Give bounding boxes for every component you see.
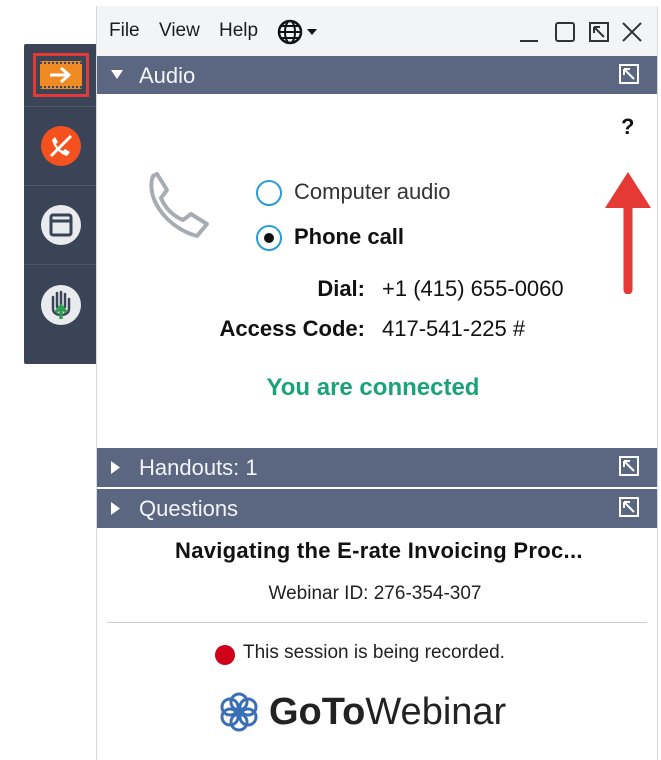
gotowebinar-logo: GoTo Webinar [217,686,506,738]
raise-hand-icon [40,285,81,325]
questions-panel-header[interactable]: Questions [97,489,657,528]
phone-mute-icon [40,126,81,166]
menu-bar: File View Help [97,6,657,56]
globe-icon [277,19,317,45]
maximize-icon[interactable] [553,20,577,44]
radio-selected-dot [264,233,274,243]
raise-hand-button[interactable] [24,264,97,345]
handouts-panel-header[interactable]: Handouts: 1 [97,448,657,487]
audio-panel-header[interactable]: Audio [97,56,657,94]
show-window-button[interactable] [24,185,97,264]
popout-icon[interactable] [619,64,639,84]
red-arrow-annotation [605,172,651,294]
logo-text-goto: GoTo [269,690,366,733]
computer-audio-label[interactable]: Computer audio [294,179,451,205]
collapse-panel-button[interactable] [24,44,97,106]
recording-notice: This session is being recorded. [243,642,505,663]
popout-icon[interactable] [587,20,611,44]
minimize-icon[interactable] [517,20,541,44]
menu-help[interactable]: Help [219,20,258,42]
access-code-value: 417-541-225 # [382,316,526,341]
connection-status: You are connected [266,374,480,401]
phone-icon [149,172,209,238]
recording-indicator-icon [215,645,235,665]
language-dropdown[interactable] [277,18,325,51]
popout-icon[interactable] [619,456,639,476]
computer-audio-radio[interactable] [256,180,282,206]
divider [107,622,647,623]
dial-label: Dial: [317,276,365,301]
webinar-title: Navigating the E-rate Invoicing Proc... [175,538,583,563]
menu-view[interactable]: View [159,20,200,42]
audio-panel-body: ? Computer audio Phone call Dial: +1 (41… [97,94,657,450]
mute-audio-button[interactable] [24,106,97,185]
expanded-triangle-icon [111,70,123,79]
window-icon [40,205,81,245]
phone-call-label[interactable]: Phone call [294,224,404,250]
logo-text-webinar: Webinar [365,690,507,733]
close-icon[interactable] [620,20,644,44]
collapsed-triangle-icon [111,502,120,515]
phone-call-radio[interactable] [256,225,282,251]
side-toolbar [24,44,97,364]
collapsed-triangle-icon [111,461,120,474]
menu-file[interactable]: File [109,20,140,42]
flower-logo-icon [220,692,258,732]
access-code-label: Access Code: [219,316,365,341]
highlight-box [32,53,89,97]
questions-title: Questions [139,496,239,521]
audio-panel-title: Audio [139,63,196,88]
arrow-right-icon [39,61,82,89]
popout-icon[interactable] [619,497,639,517]
handouts-title: Handouts: 1 [139,455,258,480]
webinar-id: Webinar ID: 276-354-307 [268,583,482,604]
dial-number: +1 (415) 655-0060 [382,276,564,301]
help-button[interactable]: ? [621,114,634,140]
gotowebinar-window: File View Help Audio ? Computer audio Ph… [96,6,658,760]
